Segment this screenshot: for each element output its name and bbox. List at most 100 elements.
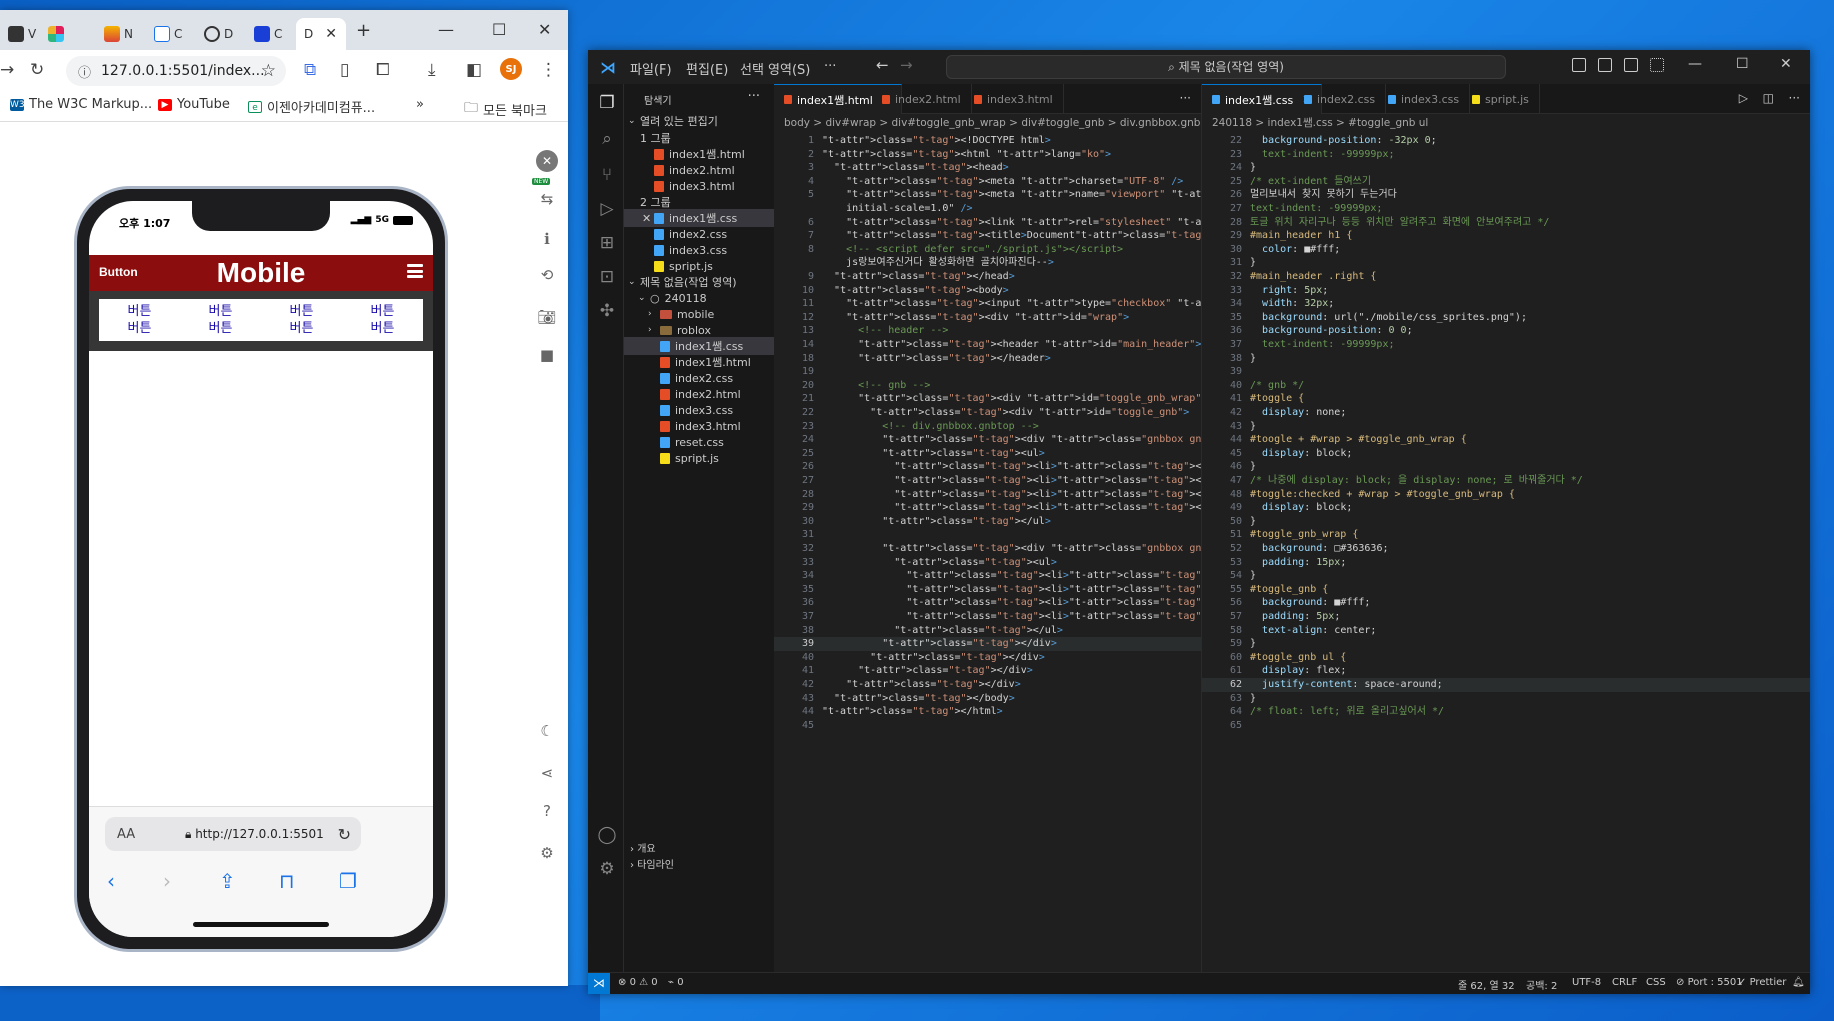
manage-gear-icon[interactable]: ⚙ — [596, 858, 618, 880]
code-line[interactable]: 53 padding: 15px; — [1202, 556, 1810, 570]
extensions-icon[interactable]: ⧠ — [376, 60, 390, 80]
code-line[interactable]: 39 — [1202, 365, 1810, 379]
code-line[interactable]: 38} — [1202, 352, 1810, 366]
bookmark-star-icon[interactable]: ☆ — [261, 61, 276, 81]
code-line[interactable]: 60 #toggle_gnb ul { — [1202, 651, 1810, 665]
run-icon[interactable]: ▷ — [1739, 91, 1748, 105]
language-mode[interactable]: CSS — [1646, 977, 1666, 988]
menu-more[interactable]: ··· — [824, 59, 836, 74]
code-line[interactable]: 47 /* 나중에 display: block; 을 display: none… — [1202, 474, 1810, 488]
timeline-section[interactable]: › 타임라인 — [630, 856, 674, 871]
command-center[interactable]: ⌕ 제목 없음(작업 영역) — [946, 55, 1506, 79]
code-line[interactable]: 54} — [1202, 569, 1810, 583]
file-item[interactable]: spript.js — [624, 449, 774, 467]
code-line[interactable]: 45 — [774, 719, 1201, 733]
maximize-icon[interactable]: ☐ — [1736, 56, 1749, 72]
gnb-link[interactable]: 버튼 — [128, 320, 152, 337]
code-line[interactable]: 32 #main_header .right { — [1202, 270, 1810, 284]
testing-icon[interactable]: ✣ — [596, 300, 618, 322]
close-window-icon[interactable]: ✕ — [538, 20, 551, 39]
code-line[interactable]: 22 background-position: -32px 0; — [1202, 134, 1810, 148]
camera-icon[interactable]: 📷︎ — [536, 306, 558, 328]
code-line[interactable]: 11 "t-attr">class="t-tag"><input "t-attr… — [774, 297, 1201, 311]
safari-url-field[interactable]: AA 🔒︎ http://127.0.0.1:5501 ↻ — [105, 817, 361, 851]
menu-edit[interactable]: 편집(E) — [686, 59, 728, 78]
explorer-icon[interactable]: ❐ — [596, 92, 618, 114]
close-window-icon[interactable]: ✕ — [1780, 56, 1792, 72]
code-line[interactable]: 64 /* float: left; 위로 올리고싶어서 */ — [1202, 705, 1810, 719]
device-icon[interactable]: ▯ — [340, 60, 349, 80]
toggle-panel-icon[interactable] — [1598, 58, 1612, 72]
explorer-more-icon[interactable]: ··· — [748, 89, 760, 104]
toggle-secondary-sidebar-icon[interactable] — [1624, 58, 1638, 72]
code-line[interactable]: 50} — [1202, 515, 1810, 529]
info-icon[interactable]: ℹ — [536, 228, 558, 250]
code-line[interactable]: 40 /* gnb */ — [1202, 379, 1810, 393]
code-line[interactable]: 2 "t-attr">class="t-tag"><html "t-attr">l… — [774, 148, 1201, 162]
accounts-icon[interactable]: ◯ — [596, 824, 618, 846]
code-line[interactable]: 35 "t-attr">class="t-tag"><li>"t-attr">c… — [774, 583, 1201, 597]
new-tab-button[interactable]: + — [356, 20, 371, 41]
code-line[interactable]: 44 "t-attr">class="t-tag"></html> — [774, 705, 1201, 719]
code-line[interactable]: 52 background: □#363636; — [1202, 542, 1810, 556]
code-line[interactable]: 40 "t-attr">class="t-tag"></div> — [774, 651, 1201, 665]
browser-tab[interactable]: V — [0, 18, 44, 50]
code-line[interactable]: js랑보여주신거다 활성화하면 골치아파진다--> — [774, 256, 1201, 270]
code-line[interactable]: 43} — [1202, 420, 1810, 434]
share-icon[interactable]: ⋖ — [536, 762, 558, 784]
code-line[interactable]: 14 "t-attr">class="t-tag"><header "t-att… — [774, 338, 1201, 352]
code-line[interactable]: 36 background-position: 0 0; — [1202, 324, 1810, 338]
close-editor-icon[interactable]: ✕ — [642, 212, 654, 225]
indentation[interactable]: 공백: 2 — [1526, 977, 1557, 992]
code-line[interactable]: 30 color: ■#fff; — [1202, 243, 1810, 257]
run-debug-icon[interactable]: ▷ — [596, 198, 618, 220]
notifications-bell-icon[interactable]: 🔔︎ — [1792, 977, 1805, 988]
code-line[interactable]: 45 display: block; — [1202, 447, 1810, 461]
code-line[interactable]: 41 "t-attr">class="t-tag"></div> — [774, 664, 1201, 678]
gnb-link[interactable]: 버튼 — [209, 320, 233, 337]
outline-section[interactable]: › 개요 — [630, 840, 656, 855]
bookmark-item[interactable]: W3 The W3C Markup... — [10, 97, 152, 112]
editor-tab[interactable]: index2.html — [872, 84, 972, 114]
problems-indicator[interactable]: ⊗ 0 ⚠ 0 — [618, 977, 658, 988]
gnb-link[interactable]: 버튼 — [128, 303, 152, 320]
code-line[interactable]: 1 "t-attr">class="t-tag"><!DOCTYPE html> — [774, 134, 1201, 148]
encoding[interactable]: UTF-8 — [1572, 977, 1601, 988]
code-line[interactable]: 43 "t-attr">class="t-tag"></body> — [774, 692, 1201, 706]
code-line[interactable]: 20 <!-- gnb --> — [774, 379, 1201, 393]
breadcrumb[interactable]: 240118 > index1쌤.css > #toggle_gnb ul — [1202, 114, 1810, 132]
side-panel-icon[interactable]: ◧ — [466, 60, 482, 80]
share-icon[interactable]: ⇪ — [219, 869, 236, 893]
code-line[interactable]: 33 right: 5px; — [1202, 284, 1810, 298]
code-line[interactable]: 30 "t-attr">class="t-tag"></ul> — [774, 515, 1201, 529]
reload-icon[interactable]: ↻ — [338, 825, 351, 844]
code-line[interactable]: 59} — [1202, 637, 1810, 651]
close-icon[interactable]: ✕ — [536, 150, 558, 172]
back-icon[interactable]: ‹ — [107, 869, 115, 893]
editor-more-icon[interactable]: ··· — [1180, 91, 1191, 105]
code-line[interactable]: 55 #toggle_gnb { — [1202, 583, 1810, 597]
browser-tab-active[interactable]: D ✕ — [296, 18, 346, 50]
hamburger-menu-icon[interactable] — [407, 264, 423, 278]
code-line[interactable]: 32 "t-attr">class="t-tag"><div "t-attr">… — [774, 542, 1201, 556]
video-icon[interactable]: ■ — [536, 344, 558, 366]
code-line[interactable]: 63} — [1202, 692, 1810, 706]
menu-file[interactable]: 파일(F) — [630, 59, 672, 78]
editor-tab[interactable]: spript.js — [1462, 84, 1540, 114]
code-line[interactable]: 56 background: ■#fff; — [1202, 596, 1810, 610]
breadcrumb[interactable]: body > div#wrap > div#toggle_gnb_wrap > … — [774, 114, 1201, 132]
search-icon[interactable]: ⌕ — [596, 128, 618, 150]
dark-mode-icon[interactable]: ☾ — [536, 720, 558, 742]
prettier-status[interactable]: ✓ Prettier — [1738, 977, 1786, 988]
browser-tab[interactable]: C — [246, 18, 290, 50]
ports-indicator[interactable]: ⌁ 0 — [668, 977, 684, 988]
rotate-icon[interactable]: ⟲ — [536, 264, 558, 286]
code-line[interactable]: 48 #toggle:checked + #wrap > #toggle_gnb_… — [1202, 488, 1810, 502]
toggle-sidebar-icon[interactable] — [1572, 58, 1586, 72]
customize-layout-icon[interactable] — [1650, 58, 1664, 72]
bookmark-item[interactable]: ▶ YouTube — [158, 97, 230, 112]
code-line[interactable]: initial-scale=1.0" /> — [774, 202, 1201, 216]
open-editors-section[interactable]: ⌄ 열려 있는 편집기 — [624, 112, 774, 130]
code-line[interactable]: 29 #main_header h1 { — [1202, 229, 1810, 243]
nav-forward-icon[interactable]: → — [900, 56, 913, 74]
